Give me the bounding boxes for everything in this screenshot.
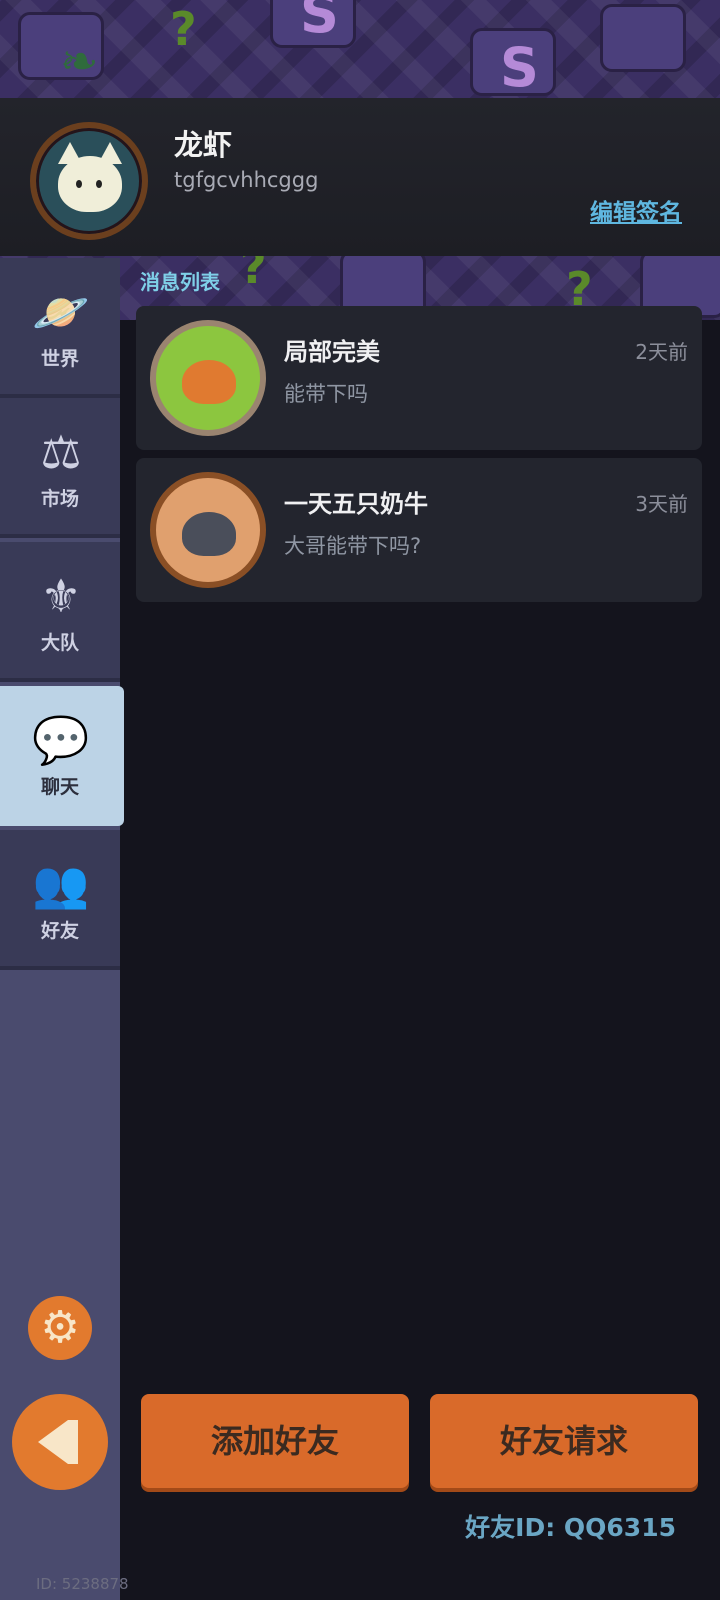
- friends-icon: 👥: [32, 857, 90, 911]
- crest-icon: ⚜: [40, 569, 82, 623]
- sidebar-item-squad[interactable]: ⚜ 大队: [0, 542, 120, 682]
- settings-button[interactable]: ⚙: [28, 1296, 92, 1360]
- chat-icon: 💬: [32, 713, 90, 767]
- contact-name: 一天五只奶牛: [284, 490, 428, 518]
- message-preview: 能带下吗: [284, 382, 368, 406]
- list-item[interactable]: 一天五只奶牛 3天前 大哥能带下吗?: [136, 458, 702, 602]
- decor-question-mark: ?: [170, 2, 197, 56]
- sidebar-item-chat[interactable]: 💬 聊天: [0, 686, 124, 826]
- player-signature: tgfgcvhhcggg: [174, 168, 319, 192]
- decor-s-letter: S: [300, 0, 339, 45]
- friend-id-label: 好友ID: QQ6315: [465, 1513, 676, 1542]
- message-list-title: 消息列表: [140, 270, 220, 294]
- friend-requests-button[interactable]: 好友请求: [430, 1394, 698, 1488]
- decor-block: [600, 4, 686, 72]
- message-preview: 大哥能带下吗?: [284, 534, 422, 558]
- sidebar-item-world[interactable]: 🪐 世界: [0, 258, 120, 398]
- planet-icon: 🪐: [32, 285, 90, 339]
- decor-leaf: ❧: [60, 34, 99, 88]
- gear-icon: ⚙: [40, 1302, 80, 1353]
- avatar-eye: [96, 180, 102, 188]
- sidebar-item-label: 好友: [40, 920, 79, 942]
- gavel-icon: ⚖: [40, 425, 82, 479]
- sidebar-item-market[interactable]: ⚖ 市场: [0, 398, 120, 538]
- message-time: 3天前: [635, 492, 688, 516]
- sidebar-item-friends[interactable]: 👥 好友: [0, 830, 120, 970]
- sidebar-item-label: 聊天: [40, 776, 79, 798]
- sidebar-item-label: 世界: [40, 348, 79, 370]
- decor-s-letter: S: [500, 36, 539, 99]
- back-button[interactable]: [12, 1394, 108, 1490]
- add-friend-button[interactable]: 添加好友: [141, 1394, 409, 1488]
- avatar-eye: [76, 180, 82, 188]
- cat-avatar-icon: [58, 142, 122, 212]
- contact-avatar: [150, 472, 266, 588]
- player-name: 龙虾: [174, 128, 233, 162]
- raccoon-avatar-icon: [182, 512, 236, 556]
- sidebar-item-label: 大队: [40, 632, 79, 654]
- player-avatar[interactable]: [30, 122, 148, 240]
- message-time: 2天前: [635, 340, 688, 364]
- back-arrow-icon: [38, 1420, 68, 1464]
- sidebar-item-label: 市场: [40, 488, 79, 510]
- user-id-label: ID: 5238878: [36, 1575, 129, 1593]
- contact-avatar: [150, 320, 266, 436]
- edit-signature-link[interactable]: 编辑签名: [590, 193, 682, 227]
- fox-avatar-icon: [182, 360, 236, 404]
- list-item[interactable]: 局部完美 2天前 能带下吗: [136, 306, 702, 450]
- contact-name: 局部完美: [284, 338, 380, 366]
- back-arrow-bar: [68, 1420, 78, 1464]
